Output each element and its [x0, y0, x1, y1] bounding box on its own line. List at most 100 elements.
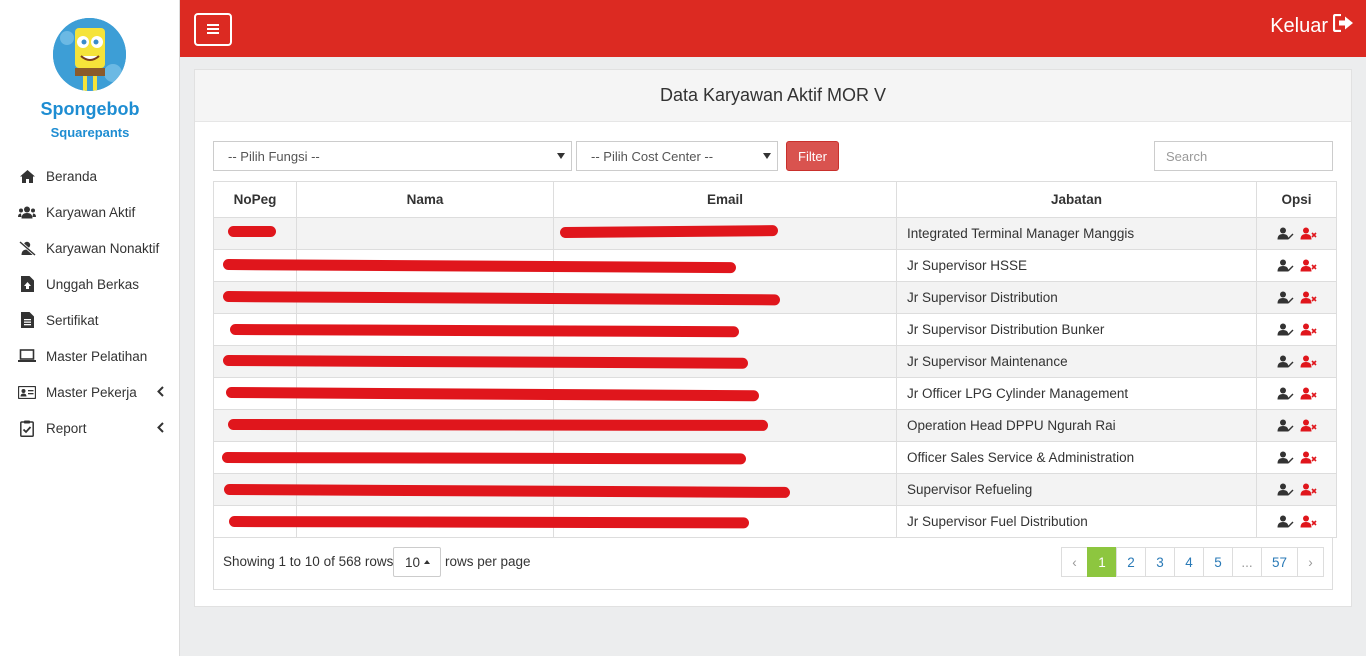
remove-user-icon[interactable]: [1300, 291, 1317, 304]
pagination-page[interactable]: ...: [1232, 547, 1262, 577]
pagination-prev[interactable]: ‹: [1061, 547, 1088, 577]
cell-nopeg: [213, 217, 297, 250]
cell-nama: [296, 473, 554, 506]
rows-per-page-label: rows per page: [445, 554, 531, 569]
page-size-dropdown[interactable]: 10: [393, 547, 441, 577]
table-row[interactable]: Jr Supervisor HSSE: [213, 249, 1337, 282]
cell-jabatan: Jr Supervisor Maintenance: [896, 345, 1257, 378]
sidebar-item-beranda[interactable]: Beranda: [0, 158, 180, 194]
cell-jabatan: Jr Supervisor Distribution Bunker: [896, 313, 1257, 346]
file-text-icon: [18, 311, 36, 329]
edit-user-icon[interactable]: [1277, 291, 1294, 304]
fungsi-select[interactable]: -- Pilih Fungsi --: [213, 141, 572, 171]
cell-nama: [296, 217, 554, 250]
cell-nama: [296, 281, 554, 314]
remove-user-icon[interactable]: [1300, 323, 1317, 336]
remove-user-icon[interactable]: [1300, 259, 1317, 272]
pagination-page[interactable]: 5: [1203, 547, 1233, 577]
remove-user-icon[interactable]: [1300, 419, 1317, 432]
cell-opsi: [1256, 409, 1337, 442]
edit-user-icon[interactable]: [1277, 451, 1294, 464]
sidebar-toggle-button[interactable]: [194, 13, 232, 46]
sidebar-item-karyawan-aktif[interactable]: Karyawan Aktif: [0, 194, 180, 230]
column-header-jabatan[interactable]: Jabatan: [896, 181, 1257, 218]
avatar[interactable]: [53, 18, 126, 91]
table-row[interactable]: Jr Supervisor Maintenance: [213, 345, 1337, 378]
cell-nama: [296, 441, 554, 474]
edit-user-icon[interactable]: [1277, 259, 1294, 272]
column-header-opsi: Opsi: [1256, 181, 1337, 218]
remove-user-icon[interactable]: [1300, 355, 1317, 368]
remove-user-icon[interactable]: [1300, 451, 1317, 464]
cell-email: [553, 217, 897, 250]
edit-user-icon[interactable]: [1277, 323, 1294, 336]
panel-header: Data Karyawan Aktif MOR V: [195, 70, 1351, 122]
cell-nama: [296, 345, 554, 378]
file-upload-icon: [18, 275, 36, 293]
sidebar-item-sertifikat[interactable]: Sertifikat: [0, 302, 180, 338]
column-header-nopeg[interactable]: NoPeg: [213, 181, 297, 218]
table-row[interactable]: Operation Head DPPU Ngurah Rai: [213, 409, 1337, 442]
page-title: Data Karyawan Aktif MOR V: [659, 85, 887, 105]
employee-table: NoPeg Nama Email Jabatan Opsi Integrated…: [213, 181, 1337, 538]
sidebar-item-label: Unggah Berkas: [46, 276, 140, 292]
pagination-page[interactable]: 2: [1116, 547, 1146, 577]
cell-email: [553, 249, 897, 282]
cell-nopeg: [213, 409, 297, 442]
pagination-page[interactable]: 1: [1087, 547, 1117, 577]
sidebar-item-report[interactable]: Report: [0, 410, 180, 446]
column-header-nama[interactable]: Nama: [296, 181, 554, 218]
home-icon: [18, 167, 36, 185]
remove-user-icon[interactable]: [1300, 483, 1317, 496]
edit-user-icon[interactable]: [1277, 483, 1294, 496]
column-header-email[interactable]: Email: [553, 181, 897, 218]
table-row[interactable]: Jr Officer LPG Cylinder Management: [213, 377, 1337, 410]
sidebar-item-label: Master Pekerja: [46, 384, 137, 400]
edit-user-icon[interactable]: [1277, 515, 1294, 528]
remove-user-icon[interactable]: [1300, 227, 1317, 240]
remove-user-icon[interactable]: [1300, 387, 1317, 400]
cost-center-select-value: -- Pilih Cost Center --: [591, 148, 714, 164]
cell-nopeg: [213, 441, 297, 474]
cost-center-select[interactable]: -- Pilih Cost Center --: [576, 141, 778, 171]
sidebar-item-unggah-berkas[interactable]: Unggah Berkas: [0, 266, 180, 302]
pagination-next[interactable]: ›: [1297, 547, 1324, 577]
table-row[interactable]: Supervisor Refueling: [213, 473, 1337, 506]
edit-user-icon[interactable]: [1277, 419, 1294, 432]
sidebar-item-label: Master Pelatihan: [46, 348, 148, 364]
edit-user-icon[interactable]: [1277, 355, 1294, 368]
laptop-icon: [18, 347, 36, 365]
cell-email: [553, 377, 897, 410]
cell-opsi: [1256, 377, 1337, 410]
edit-user-icon[interactable]: [1277, 387, 1294, 400]
cell-jabatan: Officer Sales Service & Administration: [896, 441, 1257, 474]
table-row[interactable]: Jr Supervisor Fuel Distribution: [213, 505, 1337, 538]
user-first-name: Spongebob: [40, 99, 140, 119]
table-row[interactable]: Jr Supervisor Distribution: [213, 281, 1337, 314]
logout-button[interactable]: Keluar: [1270, 13, 1354, 38]
table-row[interactable]: Integrated Terminal Manager Manggis: [213, 217, 1337, 250]
pagination-page[interactable]: 3: [1145, 547, 1175, 577]
pagination-page[interactable]: 4: [1174, 547, 1204, 577]
sidebar-item-master-pelatihan[interactable]: Master Pelatihan: [0, 338, 180, 374]
sidebar-item-label: Karyawan Aktif: [46, 204, 136, 220]
cell-email: [553, 313, 897, 346]
cell-opsi: [1256, 345, 1337, 378]
cell-email: [553, 473, 897, 506]
sidebar-item-label: Beranda: [46, 168, 98, 184]
remove-user-icon[interactable]: [1300, 515, 1317, 528]
sidebar-menu: Beranda Karyawan Aktif Karyawan Nonaktif…: [0, 158, 180, 446]
edit-user-icon[interactable]: [1277, 227, 1294, 240]
caret-up-icon: [424, 560, 431, 564]
sidebar-item-karyawan-nonaktif[interactable]: Karyawan Nonaktif: [0, 230, 180, 266]
table-row[interactable]: Officer Sales Service & Administration: [213, 441, 1337, 474]
sidebar-item-master-pekerja[interactable]: Master Pekerja: [0, 374, 180, 410]
user-last-name: Squarepants: [50, 125, 130, 140]
pagination-page[interactable]: 57: [1261, 547, 1298, 577]
clipboard-check-icon: [18, 419, 36, 437]
search-input[interactable]: [1154, 141, 1333, 171]
sidebar-item-label: Report: [46, 420, 87, 436]
filter-button[interactable]: Filter: [786, 141, 839, 171]
cell-nopeg: [213, 313, 297, 346]
table-row[interactable]: Jr Supervisor Distribution Bunker: [213, 313, 1337, 346]
